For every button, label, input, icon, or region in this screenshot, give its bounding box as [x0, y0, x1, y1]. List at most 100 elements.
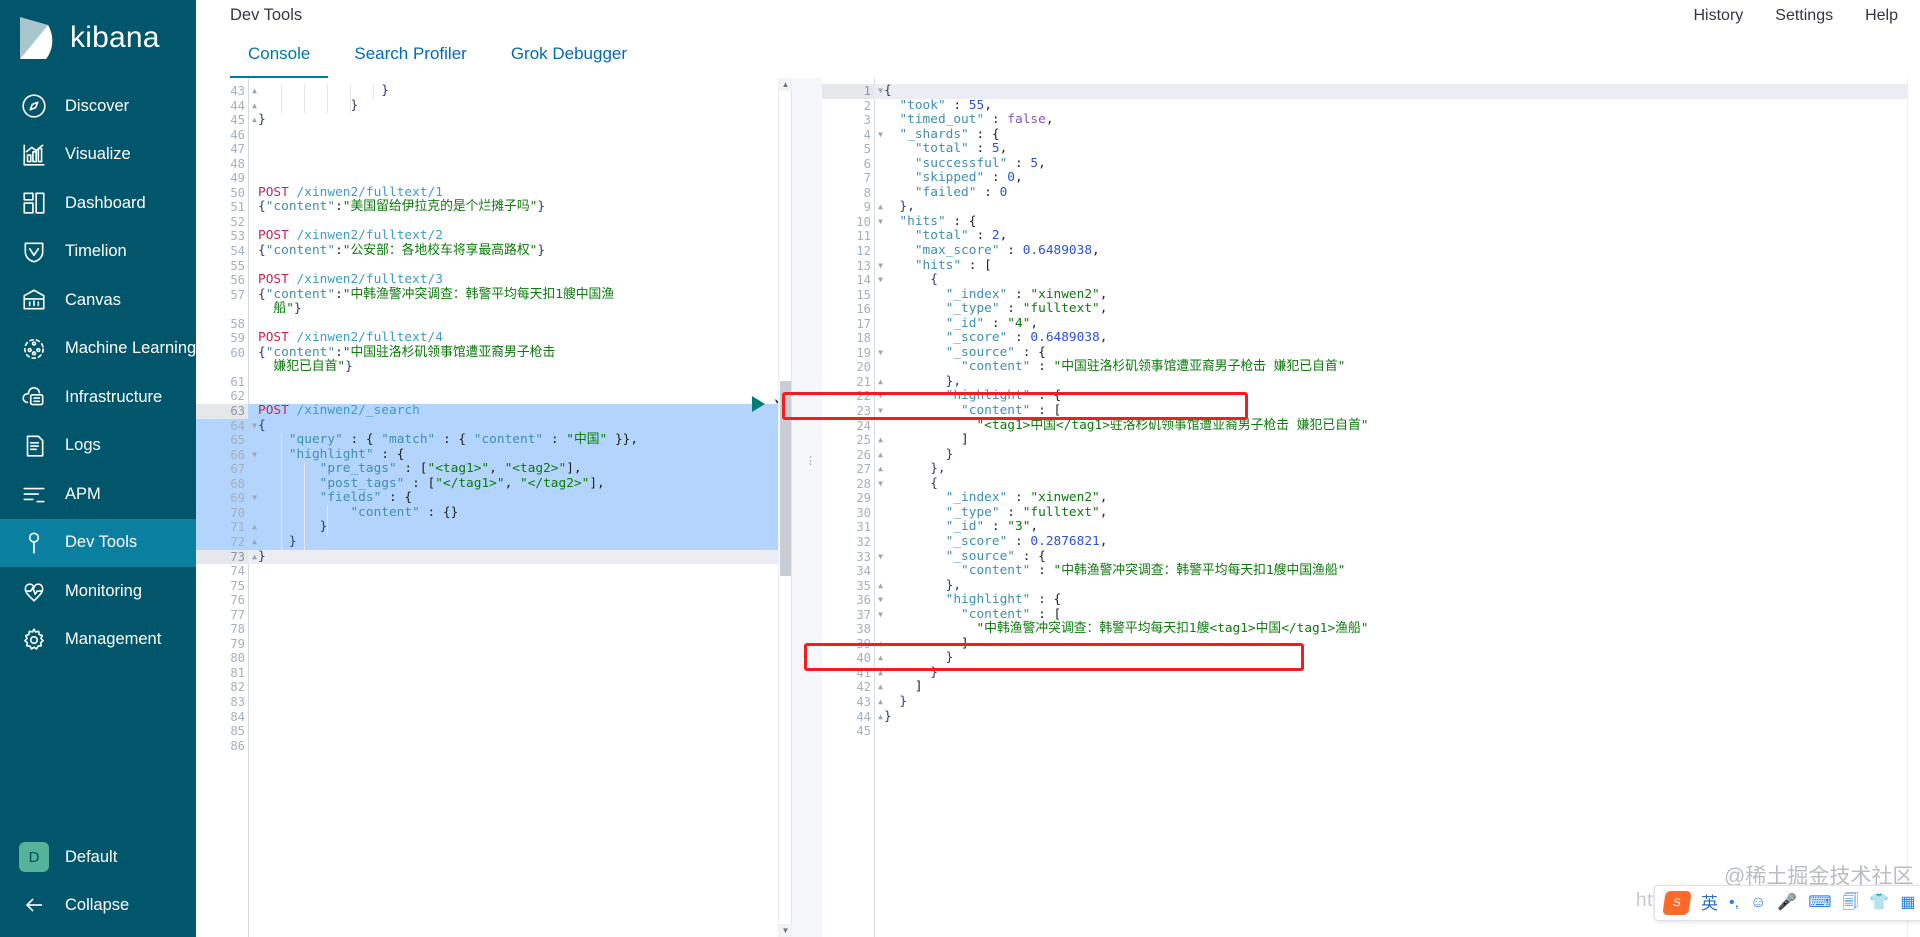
request-line[interactable]: 65 "query" : { "match" : { "content" : "…	[196, 432, 791, 448]
response-line[interactable]: 23 ▼ "content" : [	[822, 403, 1920, 419]
request-line[interactable]: 85	[196, 724, 791, 739]
ime-clipboard-icon[interactable]: 🗐	[1842, 895, 1858, 911]
request-line[interactable]: 56 POST /xinwen2/fulltext/3	[196, 272, 791, 288]
ime-toolbox-icon[interactable]: ▦	[1900, 895, 1915, 911]
request-line[interactable]: 44 ▲ }	[196, 98, 791, 114]
collapse-nav-button[interactable]: Collapse	[0, 881, 196, 929]
response-line[interactable]: 44 ▲}	[822, 709, 1920, 725]
response-line[interactable]: 8 "failed" : 0	[822, 185, 1920, 201]
ime-emoji-icon[interactable]: ☺	[1750, 895, 1766, 911]
sidebar-item-discover[interactable]: Discover	[0, 82, 196, 131]
request-line[interactable]: 81	[196, 666, 791, 681]
sidebar-item-management[interactable]: Management	[0, 616, 196, 665]
scroll-down-arrow[interactable]: ▼	[779, 924, 792, 937]
response-line[interactable]: 41 ▲ }	[822, 665, 1920, 681]
response-line[interactable]: 21 ▲ },	[822, 374, 1920, 390]
response-line[interactable]: 5 "total" : 5,	[822, 141, 1920, 157]
sogou-logo-icon[interactable]: S	[1662, 891, 1692, 915]
response-line[interactable]: 10 ▼ "hits" : {	[822, 214, 1920, 230]
sidebar-item-canvas[interactable]: Canvas	[0, 276, 196, 325]
request-editor-pane[interactable]: 43 ▲ } 44 ▲ } 45 ▲} 46 47 48 49 50 POST /xinwen2/fu…	[196, 78, 792, 937]
response-line[interactable]: 27 ▲ },	[822, 461, 1920, 477]
request-line[interactable]: 72 ▲ }	[196, 534, 791, 550]
request-line[interactable]: 83	[196, 695, 791, 710]
response-line[interactable]: 25 ▲ ]	[822, 432, 1920, 448]
request-scrollbar[interactable]: ▲ ▼	[778, 78, 792, 937]
sidebar-item-monitoring[interactable]: Monitoring	[0, 567, 196, 616]
tab-grok-debugger[interactable]: Grok Debugger	[493, 31, 645, 78]
request-line[interactable]: 79	[196, 637, 791, 652]
ime-keyboard-icon[interactable]: ⌨	[1808, 895, 1831, 911]
sidebar-item-infrastructure[interactable]: Infrastructure	[0, 373, 196, 422]
request-line[interactable]: 70 "content" : {}	[196, 505, 791, 521]
request-line[interactable]: 49	[196, 171, 791, 186]
response-line[interactable]: 12 "max_score" : 0.6489038,	[822, 243, 1920, 259]
request-line[interactable]: 64 ▼{	[196, 418, 791, 434]
request-line[interactable]: 57 {"content":"中韩渔警冲突调查：韩警平均每天扣1艘中国渔	[196, 287, 791, 303]
play-icon[interactable]	[752, 396, 765, 412]
request-line[interactable]: 48	[196, 157, 791, 172]
sidebar-item-dashboard[interactable]: Dashboard	[0, 179, 196, 228]
response-line[interactable]: 42 ▲ ]	[822, 680, 1920, 695]
scroll-up-arrow[interactable]: ▲	[779, 78, 792, 91]
request-line[interactable]: 75	[196, 579, 791, 594]
request-line[interactable]: 68 "post_tags" : ["</tag1>", "</tag2>"],	[196, 476, 791, 492]
response-line[interactable]: 22 ▼ "highlight" : {	[822, 389, 1920, 404]
response-line[interactable]: 39 ▲ ]	[822, 636, 1920, 652]
request-line[interactable]: 84	[196, 710, 791, 725]
response-line[interactable]: 4 ▼ "_shards" : {	[822, 127, 1920, 143]
response-line[interactable]: 13 ▼ "hits" : [	[822, 258, 1920, 274]
sidebar-item-apm[interactable]: APM	[0, 470, 196, 519]
request-line[interactable]: 51 {"content":"美国留给伊拉克的是个烂摊子吗"}	[196, 200, 791, 215]
request-line[interactable]: 59 POST /xinwen2/fulltext/4	[196, 331, 791, 346]
request-line[interactable]: 47	[196, 142, 791, 157]
response-line[interactable]: 7 "skipped" : 0,	[822, 171, 1920, 186]
request-line[interactable]: 52	[196, 215, 791, 230]
response-line[interactable]: 14 ▼ {	[822, 272, 1920, 288]
tab-console[interactable]: Console	[230, 31, 329, 78]
response-line[interactable]: 11 "total" : 2,	[822, 229, 1920, 244]
ime-toolbar[interactable]: S 英 •, ☺ 🎤 ⌨ 🗐 👕 ▦	[1654, 885, 1920, 921]
header-link-history[interactable]: History	[1694, 7, 1744, 25]
response-line[interactable]: 9 ▲ },	[822, 200, 1920, 215]
request-line[interactable]: 43 ▲ }	[196, 83, 791, 99]
response-line[interactable]: 34 "content" : "中韩渔警冲突调查：韩警平均每天扣1艘中国渔船"	[822, 563, 1920, 579]
header-link-settings[interactable]: Settings	[1775, 7, 1833, 25]
sidebar-item-logs[interactable]: Logs	[0, 422, 196, 471]
response-editor-pane[interactable]: 1 ▼{2 "took" : 55, 3 "timed_out" : false, 4…	[782, 78, 1920, 937]
request-line[interactable]: 86	[196, 739, 791, 754]
response-line[interactable]: 38 "中韩渔警冲突调查：韩警平均每天扣1艘<tag1>中国</tag1>渔船"	[822, 621, 1920, 637]
pane-resizer[interactable]: ⋮	[792, 78, 822, 937]
response-line[interactable]: 3 "timed_out" : false,	[822, 112, 1920, 128]
response-line[interactable]: 40 ▲ }	[822, 651, 1920, 666]
response-line[interactable]: 28 ▼ {	[822, 476, 1920, 492]
response-line[interactable]: 24 "<tag1>中国</tag1>驻洛杉矶领事馆遭亚裔男子枪击 嫌犯已自首"	[822, 418, 1920, 434]
sidebar-item-timelion[interactable]: Timelion	[0, 228, 196, 277]
request-scrollbar-thumb[interactable]	[780, 381, 791, 576]
request-editor[interactable]: 43 ▲ } 44 ▲ } 45 ▲} 46 47 48 49 50 POST /xinwen2/fu…	[196, 78, 791, 937]
response-line[interactable]: 6 "successful" : 5,	[822, 156, 1920, 172]
request-line[interactable]: 66 ▼ "highlight" : {	[196, 447, 791, 463]
response-line[interactable]: 33 ▼ "_source" : {	[822, 549, 1920, 565]
ime-mode-english[interactable]: 英	[1701, 895, 1718, 912]
response-line[interactable]: 30 "_type" : "fulltext",	[822, 505, 1920, 521]
space-selector[interactable]: D Default	[0, 833, 196, 881]
header-link-help[interactable]: Help	[1865, 7, 1898, 25]
request-line[interactable]: 58	[196, 317, 791, 332]
request-line[interactable]: 55	[196, 259, 791, 274]
request-line[interactable]: 73 ▲}	[196, 549, 791, 565]
response-line[interactable]: 45	[822, 724, 1920, 739]
response-line[interactable]: 2 "took" : 55,	[822, 98, 1920, 114]
request-line[interactable]: 53 POST /xinwen2/fulltext/2	[196, 229, 791, 244]
request-line[interactable]: 46	[196, 128, 791, 143]
response-line[interactable]: 32 "_score" : 0.2876821,	[822, 534, 1920, 550]
response-line[interactable]: 16 "_type" : "fulltext",	[822, 301, 1920, 317]
request-line[interactable]: 54 {"content":"公安部：各地校车将享最高路权"}	[196, 243, 791, 259]
response-line[interactable]: 26 ▲ }	[822, 447, 1920, 463]
sidebar-item-visualize[interactable]: Visualize	[0, 131, 196, 180]
response-line[interactable]: 36 ▼ "highlight" : {	[822, 592, 1920, 608]
request-line[interactable]: 67 "pre_tags" : ["<tag1>", "<tag2>"],	[196, 461, 791, 477]
ime-punctuation[interactable]: •,	[1729, 895, 1739, 911]
response-line[interactable]: 29 "_index" : "xinwen2",	[822, 491, 1920, 506]
request-line[interactable]: 嫌犯已自首"}	[196, 360, 791, 375]
